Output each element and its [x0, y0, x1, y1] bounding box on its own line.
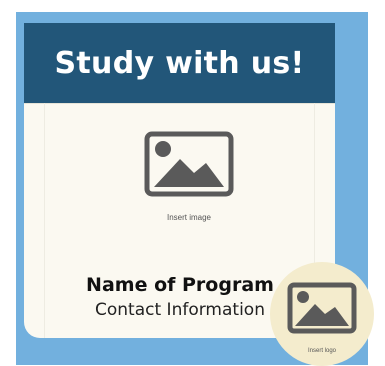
banner: Study with us!	[24, 23, 335, 103]
insert-image-placeholder[interactable]	[144, 131, 234, 197]
image-icon	[287, 282, 357, 334]
image-icon	[144, 131, 234, 197]
divider	[24, 103, 335, 104]
banner-title[interactable]: Study with us!	[54, 46, 304, 81]
insert-logo-caption: Insert logo	[307, 348, 337, 354]
insert-logo-placeholder[interactable]: Insert logo	[270, 262, 374, 366]
insert-image-caption: Insert image	[166, 213, 212, 222]
